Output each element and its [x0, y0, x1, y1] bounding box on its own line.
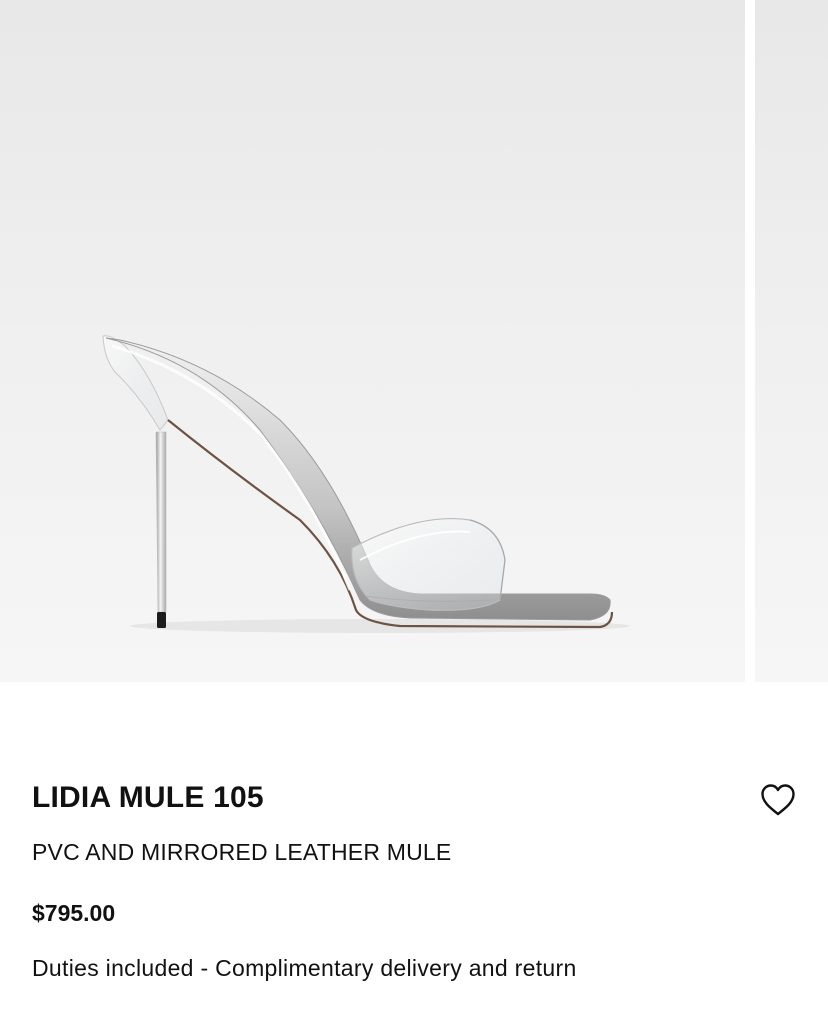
product-title: LIDIA MULE 105: [32, 781, 264, 814]
add-to-wishlist-button[interactable]: [756, 780, 800, 820]
heart-outline-icon: [761, 784, 795, 816]
product-subtitle: PVC AND MIRRORED LEATHER MULE: [32, 839, 452, 865]
product-image-gallery[interactable]: [0, 0, 828, 682]
delivery-note: Duties included - Complimentary delivery…: [32, 955, 577, 981]
product-image: [102, 335, 630, 633]
product-price: $795.00: [32, 900, 116, 926]
gallery-slide-current[interactable]: [0, 0, 745, 682]
gallery-slide-next-peek[interactable]: [755, 0, 828, 682]
